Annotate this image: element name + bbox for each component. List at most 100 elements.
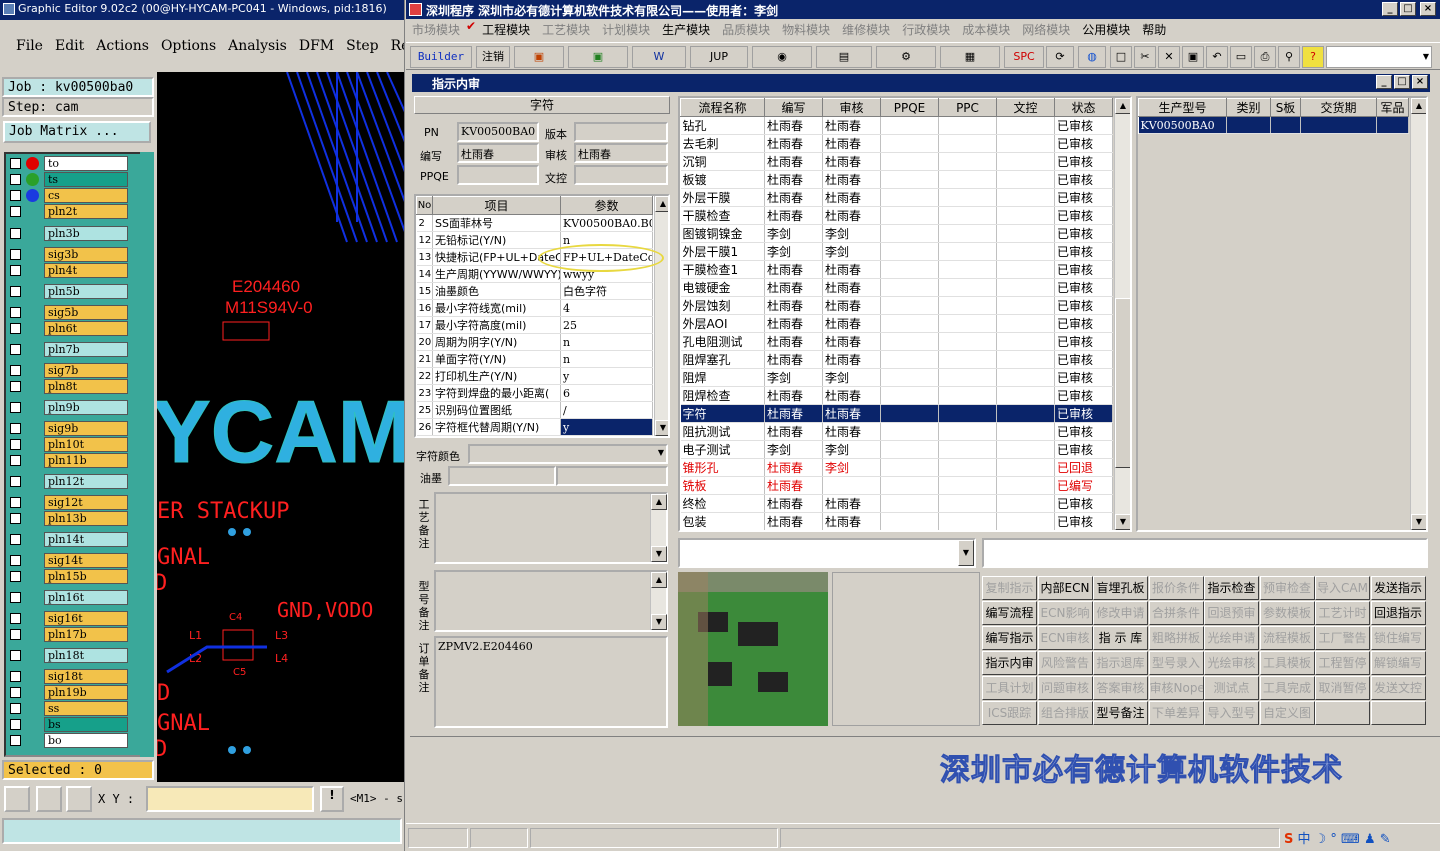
flow-row[interactable]: 阻抗测试 杜雨春 杜雨春 已审核 [680, 422, 1113, 441]
layer-row[interactable]: pln17b [8, 627, 128, 642]
flow-row[interactable]: 锥形孔 杜雨春 李剑 已回退 [680, 458, 1113, 477]
preview-icon[interactable]: ▭ [1230, 46, 1252, 68]
col-item[interactable]: 项目 [432, 196, 561, 215]
ink-field-1[interactable] [448, 466, 556, 486]
action-button[interactable] [1315, 701, 1370, 725]
action-button[interactable]: 指 示 库 [1093, 626, 1148, 650]
action-button[interactable] [1370, 701, 1426, 725]
col-status[interactable]: 状态 [1054, 98, 1113, 117]
layer-checkbox[interactable] [10, 206, 21, 217]
docctrl-field[interactable] [574, 165, 668, 185]
layer-checkbox[interactable] [10, 344, 21, 355]
help-icon[interactable]: ? [1302, 46, 1324, 68]
layer-row[interactable]: pln4t [8, 263, 128, 278]
action-button[interactable]: 修改申请 [1093, 601, 1148, 625]
action-button[interactable]: 预审检查 [1259, 576, 1315, 600]
action-button[interactable]: 光绘审核 [1204, 651, 1259, 675]
layer-row[interactable]: pln19b [8, 685, 128, 700]
product-row[interactable]: KV00500BA0 [1138, 116, 1409, 134]
action-button[interactable]: 工厂警告 [1315, 626, 1370, 650]
layer-row[interactable]: pln3b [8, 226, 128, 241]
layer-row[interactable]: pln6t [8, 321, 128, 336]
layer-row[interactable]: sig16t [8, 611, 128, 626]
layer-row[interactable]: to [8, 156, 128, 171]
maximize-button[interactable]: □ [1400, 2, 1416, 16]
action-button[interactable]: 锁住编写 [1370, 626, 1426, 650]
flow-row[interactable]: 字符 杜雨春 杜雨春 已审核 [680, 404, 1113, 423]
layer-checkbox[interactable] [10, 687, 21, 698]
layer-row[interactable]: pln9b [8, 400, 128, 415]
layer-row[interactable]: sig9b [8, 421, 128, 436]
flow-scrollbar[interactable]: ▲ ▼ [1114, 98, 1130, 530]
params-scrollbar[interactable]: ▲ ▼ [654, 196, 668, 436]
eye-icon[interactable]: ◉ [752, 46, 812, 68]
param-row[interactable]: 2 SS面菲林号 KV00500BA0.B0 [416, 214, 653, 232]
action-button[interactable]: 盲埋孔板 [1093, 576, 1148, 600]
layer-checkbox[interactable] [10, 286, 21, 297]
author-field[interactable]: 杜雨春 [457, 143, 539, 163]
builder-button[interactable]: Builder [410, 46, 472, 68]
action-button[interactable]: 导入CAM [1315, 576, 1370, 600]
layer-checkbox[interactable] [10, 249, 21, 260]
menu-actions[interactable]: Actions [92, 30, 157, 62]
module-tab[interactable]: 公用模块 [1076, 19, 1136, 39]
action-button[interactable]: 组合排版 [1037, 701, 1093, 725]
layer-checkbox[interactable] [10, 629, 21, 640]
flow-row[interactable]: 干膜检查1 杜雨春 杜雨春 已审核 [680, 260, 1113, 279]
flow-row[interactable]: 终检 杜雨春 杜雨春 已审核 [680, 494, 1113, 513]
flow-row[interactable]: 沉铜 杜雨春 杜雨春 已审核 [680, 152, 1113, 171]
layer-row[interactable]: pln11b [8, 453, 128, 468]
undo-icon[interactable]: ↶ [1206, 46, 1228, 68]
layer-checkbox[interactable] [10, 735, 21, 746]
product-scrollbar[interactable]: ▲ ▼ [1410, 98, 1426, 530]
excel-icon[interactable]: ▣ [568, 46, 628, 68]
action-button[interactable]: 取消暂停 [1315, 676, 1370, 700]
action-button[interactable]: 合拼条件 [1148, 601, 1204, 625]
inner-minimize-button[interactable]: _ [1376, 75, 1392, 89]
layer-checkbox[interactable] [10, 158, 21, 169]
action-button[interactable]: 报价条件 [1148, 576, 1204, 600]
layer-row[interactable]: sig14t [8, 553, 128, 568]
flow-row[interactable]: 板镀 杜雨春 杜雨春 已审核 [680, 170, 1113, 189]
layer-checkbox[interactable] [10, 555, 21, 566]
action-button[interactable]: 内部ECN [1037, 576, 1093, 600]
pn-field[interactable]: KV00500BA0 [457, 122, 539, 142]
flow-row[interactable]: 包装 杜雨春 杜雨春 已审核 [680, 512, 1113, 530]
menu-step[interactable]: Step [342, 30, 386, 62]
action-button[interactable]: 编写指示 [982, 626, 1037, 650]
layer-checkbox[interactable] [10, 650, 21, 661]
param-row[interactable]: 22 打印机生产(Y/N) y [416, 367, 653, 385]
xy-input[interactable] [146, 786, 314, 812]
menu-edit[interactable]: Edit [51, 30, 92, 62]
action-button[interactable]: 流程模板 [1259, 626, 1315, 650]
action-button[interactable]: 发送指示 [1370, 576, 1426, 600]
layer-checkbox[interactable] [10, 265, 21, 276]
layer-checkbox[interactable] [10, 703, 21, 714]
col-model[interactable]: 生产型号 [1138, 98, 1227, 117]
flow-row[interactable]: 外层干膜1 李剑 李剑 已审核 [680, 242, 1113, 261]
ink-field-2[interactable] [556, 466, 668, 486]
measure-icon[interactable] [36, 786, 62, 812]
spc-button[interactable]: SPC [1004, 46, 1044, 68]
flow-row[interactable]: 孔电阻测试 杜雨春 杜雨春 已审核 [680, 332, 1113, 351]
ime-toolbar[interactable]: S 中 ☽ ° ⌨ ♟ ✎ [1284, 828, 1436, 848]
col-s-board[interactable]: S板 [1270, 98, 1301, 117]
database-icon[interactable]: ▤ [816, 46, 872, 68]
module-tab[interactable]: 行政模块 [896, 19, 956, 39]
col-docctrl[interactable]: 文控 [996, 98, 1055, 117]
flow-row[interactable]: 干膜检查 杜雨春 杜雨春 已审核 [680, 206, 1113, 225]
layer-row[interactable]: ss [8, 701, 128, 716]
remark-field[interactable] [982, 538, 1428, 568]
module-tab[interactable]: 工艺模块 [536, 19, 596, 39]
version-field[interactable] [574, 122, 668, 142]
col-delivery[interactable]: 交货期 [1300, 98, 1377, 117]
flow-row[interactable]: 电子测试 李剑 李剑 已审核 [680, 440, 1113, 459]
col-ppc[interactable]: PPC [938, 98, 997, 117]
flow-row[interactable]: 外层干膜 杜雨春 杜雨春 已审核 [680, 188, 1113, 207]
layer-checkbox[interactable] [10, 513, 21, 524]
layer-checkbox[interactable] [10, 671, 21, 682]
param-row[interactable]: 23 字符到焊盘的最小距离(6 [416, 384, 653, 402]
col-param[interactable]: 参数 [560, 196, 653, 215]
refresh-icon[interactable]: ⟳ [1046, 46, 1074, 68]
inner-maximize-button[interactable]: □ [1394, 75, 1410, 89]
